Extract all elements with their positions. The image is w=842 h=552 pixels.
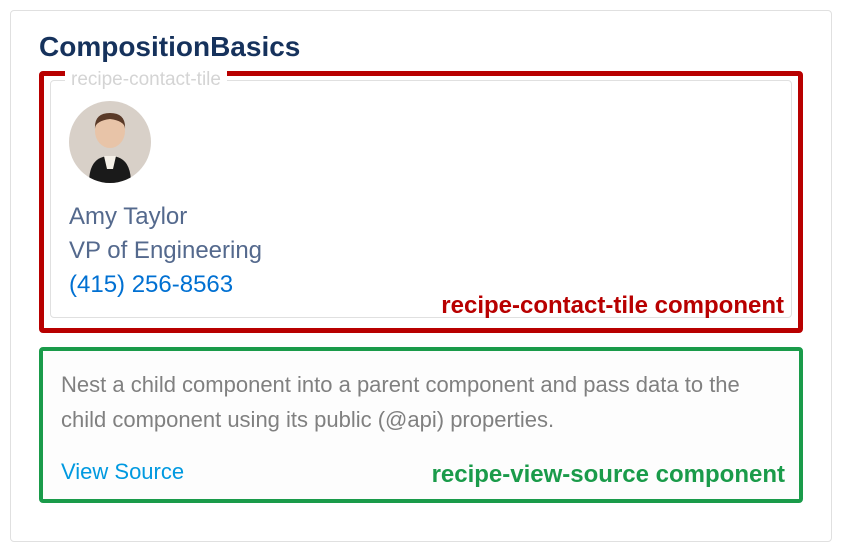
composition-basics-card: CompositionBasics recipe-contact-tile Am… xyxy=(10,10,832,542)
contact-job-title: VP of Engineering xyxy=(69,237,773,265)
card-title: CompositionBasics xyxy=(11,31,831,71)
contact-tile-annotation-box: recipe-contact-tile Amy Taylor VP of Eng… xyxy=(39,71,803,333)
recipe-contact-tile: recipe-contact-tile Amy Taylor VP of Eng… xyxy=(50,80,792,318)
view-source-link[interactable]: View Source xyxy=(61,459,184,484)
red-annotation-label: recipe-contact-tile component xyxy=(441,292,784,320)
recipe-description: Nest a child component into a parent com… xyxy=(61,367,781,437)
contact-name: Amy Taylor xyxy=(69,203,773,231)
avatar-image xyxy=(69,101,151,183)
fieldset-legend: recipe-contact-tile xyxy=(65,69,227,91)
contact-avatar xyxy=(69,101,151,183)
green-annotation-label: recipe-view-source component xyxy=(432,461,785,489)
view-source-annotation-box: Nest a child component into a parent com… xyxy=(39,347,803,503)
contact-phone-link[interactable]: (415) 256-8563 xyxy=(69,271,233,298)
